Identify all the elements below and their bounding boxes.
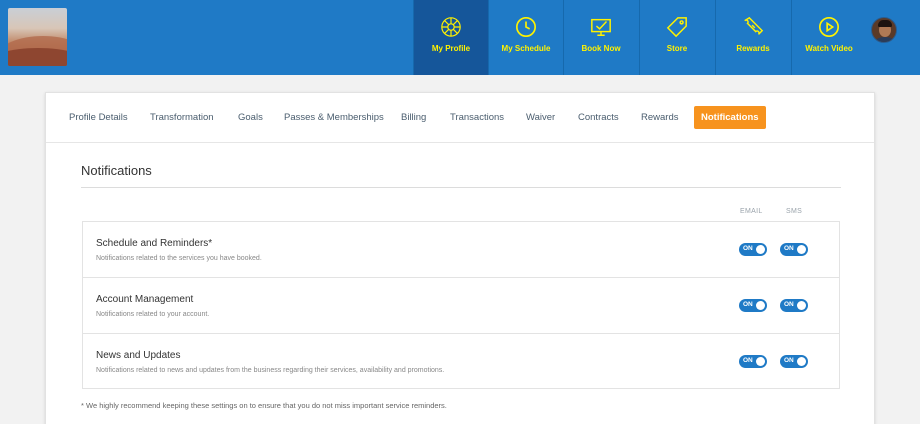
toggle-knob — [797, 301, 806, 310]
toggle-knob — [797, 245, 806, 254]
row-title: Schedule and Reminders* — [96, 238, 213, 249]
tab-waiver[interactable]: Waiver — [526, 106, 555, 129]
notification-row-news: News and Updates Notifications related t… — [83, 334, 839, 390]
toggle-label: ON — [784, 245, 794, 252]
profile-tabs: Profile Details Transformation Goals Pas… — [46, 93, 874, 143]
row-description: Notifications related to news and update… — [96, 367, 445, 374]
monitor-check-icon — [591, 18, 611, 36]
nav-my-profile[interactable]: My Profile — [413, 0, 488, 75]
toggle-knob — [797, 357, 806, 366]
toggle-knob — [756, 357, 765, 366]
price-tag-icon — [666, 17, 687, 38]
email-toggle[interactable]: ON — [739, 299, 767, 312]
tab-transactions[interactable]: Transactions — [450, 106, 504, 129]
toggle-label: ON — [743, 357, 753, 364]
toggle-label: ON — [784, 301, 794, 308]
tab-notifications[interactable]: Notifications — [694, 106, 766, 129]
column-header-email: EMAIL — [740, 208, 763, 215]
nav-my-schedule[interactable]: My Schedule — [488, 0, 563, 75]
sms-toggle[interactable]: ON — [780, 243, 808, 256]
user-avatar[interactable] — [871, 17, 897, 43]
nav-book-now[interactable]: Book Now — [563, 0, 638, 75]
toggle-knob — [756, 245, 765, 254]
nav-watch-video[interactable]: Watch Video — [791, 0, 866, 75]
ticket-icon — [744, 16, 764, 35]
row-title: News and Updates — [96, 350, 181, 361]
nav-store[interactable]: Store — [639, 0, 714, 75]
nav-label: Store — [666, 44, 688, 53]
divider — [81, 187, 841, 188]
sms-toggle[interactable]: ON — [780, 355, 808, 368]
row-description: Notifications related to the services yo… — [96, 255, 262, 262]
play-icon — [819, 17, 839, 37]
profile-mandala-icon — [441, 17, 461, 37]
column-header-sms: SMS — [786, 208, 803, 215]
row-title: Account Management — [96, 294, 194, 305]
row-description: Notifications related to your account. — [96, 311, 210, 318]
sms-toggle[interactable]: ON — [780, 299, 808, 312]
nav-label: Book Now — [581, 44, 621, 53]
section-title: Notifications — [81, 163, 152, 178]
tab-contracts[interactable]: Contracts — [578, 106, 619, 129]
tab-rewards[interactable]: Rewards — [641, 106, 679, 129]
tab-profile-details[interactable]: Profile Details — [69, 106, 128, 129]
nav-label: Watch Video — [805, 44, 853, 53]
business-logo[interactable] — [8, 8, 67, 66]
profile-card: Profile Details Transformation Goals Pas… — [45, 92, 875, 424]
notification-row-schedule: Schedule and Reminders* Notifications re… — [83, 222, 839, 278]
tab-passes-memberships[interactable]: Passes & Memberships — [284, 106, 384, 129]
toggle-label: ON — [743, 301, 753, 308]
nav-rewards[interactable]: Rewards — [715, 0, 790, 75]
notification-row-account: Account Management Notifications related… — [83, 278, 839, 334]
clock-icon — [516, 17, 536, 37]
toggle-knob — [756, 301, 765, 310]
nav-label: My Profile — [431, 44, 471, 53]
nav-label: Rewards — [736, 44, 770, 53]
notification-settings-table: Schedule and Reminders* Notifications re… — [82, 221, 840, 389]
top-nav-bar: My Profile My Schedule Book Now Store Re… — [0, 0, 920, 75]
footnote: * We highly recommend keeping these sett… — [81, 401, 447, 410]
email-toggle[interactable]: ON — [739, 243, 767, 256]
tab-goals[interactable]: Goals — [238, 106, 263, 129]
tab-transformation[interactable]: Transformation — [150, 106, 214, 129]
toggle-label: ON — [784, 357, 794, 364]
nav-label: My Schedule — [501, 44, 551, 53]
email-toggle[interactable]: ON — [739, 355, 767, 368]
toggle-label: ON — [743, 245, 753, 252]
tab-billing[interactable]: Billing — [401, 106, 426, 129]
